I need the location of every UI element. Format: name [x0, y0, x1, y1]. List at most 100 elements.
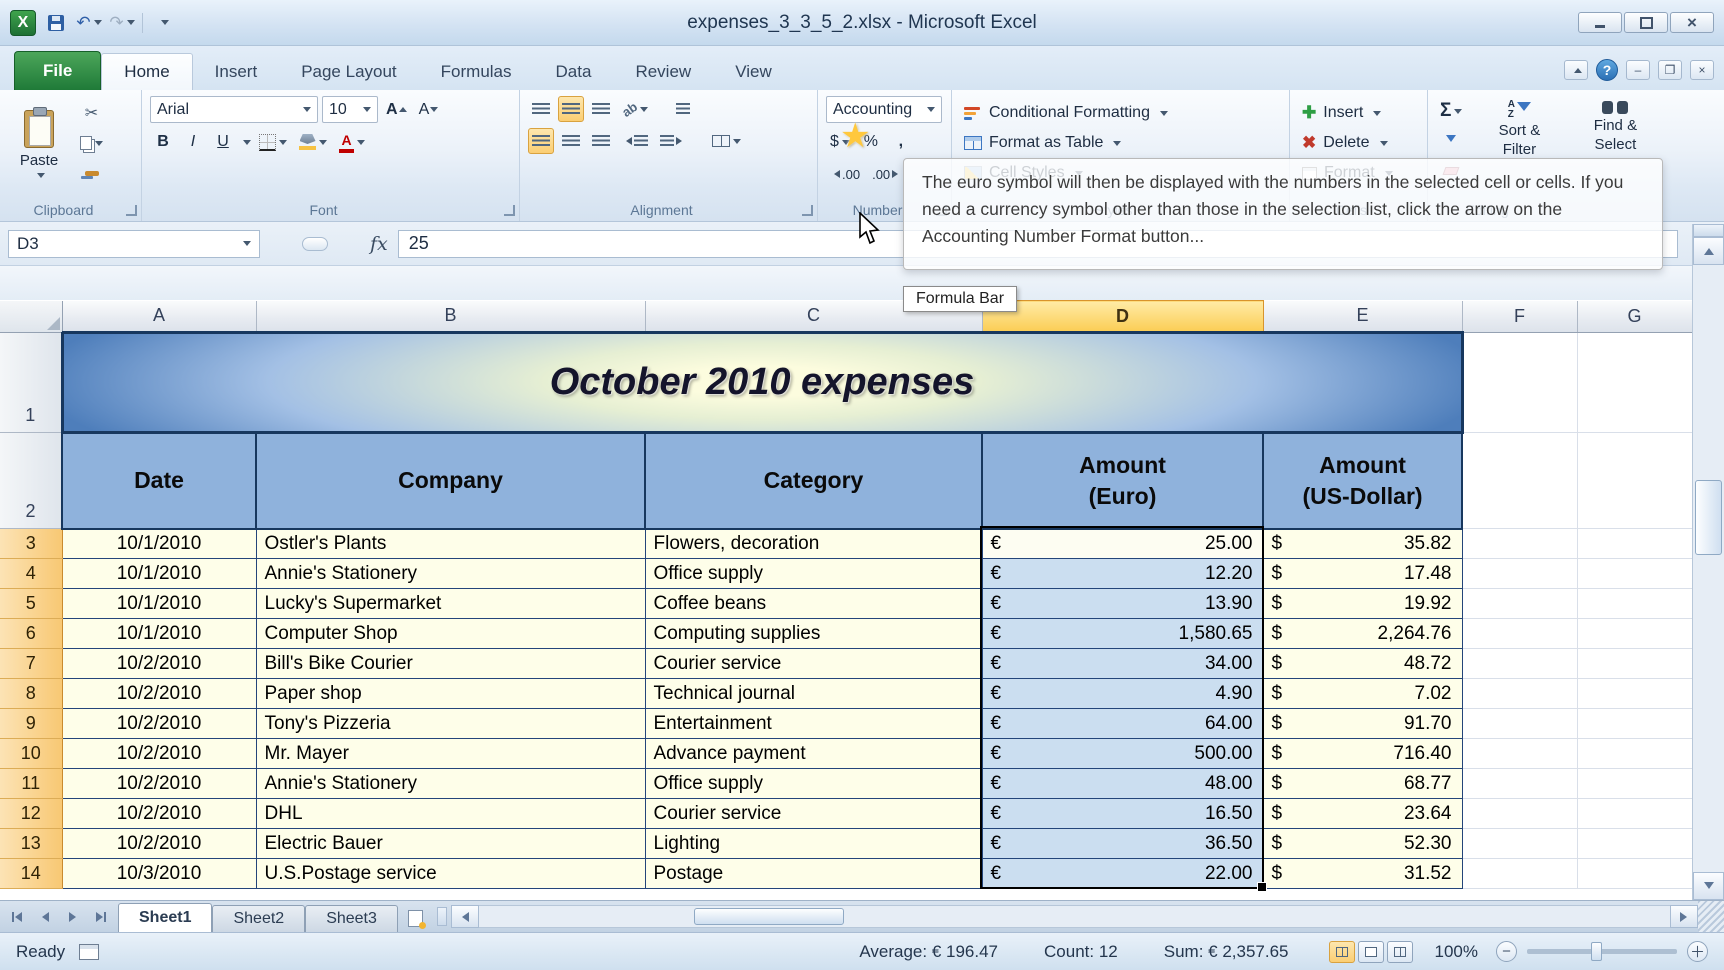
workbook-close-button[interactable]: × — [1690, 60, 1714, 80]
empty-cell[interactable] — [1462, 798, 1578, 829]
empty-cell[interactable] — [1577, 588, 1692, 619]
horizontal-scrollbar[interactable] — [450, 905, 1698, 928]
horizontal-scroll-track[interactable] — [478, 905, 1670, 928]
sheet-tab-sheet1[interactable]: Sheet1 — [118, 903, 213, 932]
empty-cell[interactable] — [1462, 332, 1578, 433]
name-box[interactable]: D3 — [8, 229, 260, 258]
row-header-13[interactable]: 13 — [0, 828, 63, 859]
cell-category[interactable]: Courier service — [644, 798, 983, 829]
cell-date[interactable]: 10/1/2010 — [61, 618, 257, 649]
cell-category[interactable]: Office supply — [644, 768, 983, 799]
empty-cell[interactable] — [1577, 558, 1692, 589]
empty-cell[interactable] — [1577, 708, 1692, 739]
wrap-text-button[interactable] — [670, 96, 696, 122]
zoom-in-button[interactable]: ＋ — [1687, 941, 1708, 962]
row-header-11[interactable]: 11 — [0, 768, 63, 799]
fill-button[interactable] — [1436, 128, 1466, 154]
scroll-up-button[interactable] — [1693, 237, 1724, 265]
cell-company[interactable]: Annie's Stationery — [255, 558, 646, 589]
cell-amount-usd[interactable]: $48.72 — [1262, 648, 1463, 679]
cell-amount-euro[interactable]: €13.90 — [981, 588, 1264, 619]
empty-cell[interactable] — [1462, 678, 1578, 709]
sheet-title-cell[interactable]: October 2010 expenses — [60, 331, 1464, 434]
cell-date[interactable]: 10/1/2010 — [61, 528, 257, 559]
column-header-d[interactable]: D — [981, 300, 1264, 333]
empty-cell[interactable] — [1577, 768, 1692, 799]
cell-amount-euro[interactable]: €16.50 — [981, 798, 1264, 829]
bold-button[interactable]: B — [150, 129, 176, 155]
row-header-2[interactable]: 2 — [0, 432, 63, 529]
cell-company[interactable]: Ostler's Plants — [255, 528, 646, 559]
empty-cell[interactable] — [1462, 828, 1578, 859]
row-header-10[interactable]: 10 — [0, 738, 63, 769]
cell-company[interactable]: Computer Shop — [255, 618, 646, 649]
cell-amount-usd[interactable]: $17.48 — [1262, 558, 1463, 589]
sheet-tab-sheet3[interactable]: Sheet3 — [305, 905, 398, 932]
next-sheet-button[interactable] — [60, 905, 86, 929]
cell-date[interactable]: 10/3/2010 — [61, 858, 257, 889]
cell-amount-usd[interactable]: $716.40 — [1262, 738, 1463, 769]
tab-split-handle[interactable] — [436, 907, 447, 926]
header-cell-category[interactable]: Category — [644, 431, 983, 530]
cell-category[interactable]: Computing supplies — [644, 618, 983, 649]
format-as-table-button[interactable]: Format as Table — [960, 128, 1281, 158]
empty-cell[interactable] — [1462, 618, 1578, 649]
cell-amount-euro[interactable]: €12.20 — [981, 558, 1264, 589]
zoom-slider[interactable] — [1527, 942, 1677, 961]
empty-cell[interactable] — [1462, 432, 1578, 529]
minimize-ribbon-button[interactable] — [1564, 60, 1588, 80]
row-header-14[interactable]: 14 — [0, 858, 63, 889]
cell-amount-usd[interactable]: $35.82 — [1262, 528, 1463, 559]
empty-cell[interactable] — [1462, 528, 1578, 559]
cell-date[interactable]: 10/1/2010 — [61, 588, 257, 619]
column-header-b[interactable]: B — [256, 300, 646, 333]
cell-category[interactable]: Entertainment — [644, 708, 983, 739]
cell-category[interactable]: Office supply — [644, 558, 983, 589]
horizontal-scroll-thumb[interactable] — [693, 908, 844, 925]
cell-date[interactable]: 10/2/2010 — [61, 828, 257, 859]
cell-amount-usd[interactable]: $23.64 — [1262, 798, 1463, 829]
close-button[interactable] — [1670, 12, 1714, 33]
cell-category[interactable]: Advance payment — [644, 738, 983, 769]
cut-button[interactable]: ✂ — [76, 100, 107, 126]
cell-company[interactable]: DHL — [255, 798, 646, 829]
restore-button[interactable] — [1624, 12, 1668, 33]
align-left-button[interactable] — [528, 128, 554, 154]
underline-button[interactable]: U — [210, 129, 236, 155]
cell-amount-usd[interactable]: $19.92 — [1262, 588, 1463, 619]
empty-cell[interactable] — [1577, 828, 1692, 859]
grow-font-button[interactable]: A — [382, 97, 411, 123]
cell-date[interactable]: 10/2/2010 — [61, 798, 257, 829]
select-all-corner[interactable] — [0, 300, 63, 333]
cell-category[interactable]: Coffee beans — [644, 588, 983, 619]
cell-date[interactable]: 10/2/2010 — [61, 768, 257, 799]
cell-amount-usd[interactable]: $7.02 — [1262, 678, 1463, 709]
row-header-4[interactable]: 4 — [0, 558, 63, 589]
cell-amount-euro[interactable]: €4.90 — [981, 678, 1264, 709]
cell-amount-euro[interactable]: €500.00 — [981, 738, 1264, 769]
normal-view-button[interactable] — [1328, 940, 1355, 963]
empty-cell[interactable] — [1462, 738, 1578, 769]
empty-cell[interactable] — [1462, 708, 1578, 739]
empty-cell[interactable] — [1462, 768, 1578, 799]
shrink-font-button[interactable]: A — [415, 97, 443, 123]
decrease-indent-button[interactable] — [618, 128, 652, 154]
page-break-view-button[interactable] — [1386, 940, 1413, 963]
scroll-left-button[interactable] — [450, 905, 479, 928]
insert-cells-button[interactable]: ✚ Insert — [1298, 98, 1419, 128]
font-family-combo[interactable]: Arial — [150, 96, 318, 123]
cell-amount-usd[interactable]: $68.77 — [1262, 768, 1463, 799]
row-header-3[interactable]: 3 — [0, 528, 63, 559]
tab-page-layout[interactable]: Page Layout — [279, 54, 418, 90]
row-header-7[interactable]: 7 — [0, 648, 63, 679]
row-header-6[interactable]: 6 — [0, 618, 63, 649]
cell-amount-usd[interactable]: $52.30 — [1262, 828, 1463, 859]
split-handle[interactable] — [1693, 224, 1724, 237]
column-header-f[interactable]: F — [1462, 300, 1578, 333]
cell-company[interactable]: Bill's Bike Courier — [255, 648, 646, 679]
tab-insert[interactable]: Insert — [193, 54, 280, 90]
row-header-8[interactable]: 8 — [0, 678, 63, 709]
vertical-scroll-thumb[interactable] — [1695, 480, 1722, 555]
decrease-decimal-button[interactable]: .00 — [868, 161, 906, 187]
page-layout-view-button[interactable] — [1357, 940, 1384, 963]
